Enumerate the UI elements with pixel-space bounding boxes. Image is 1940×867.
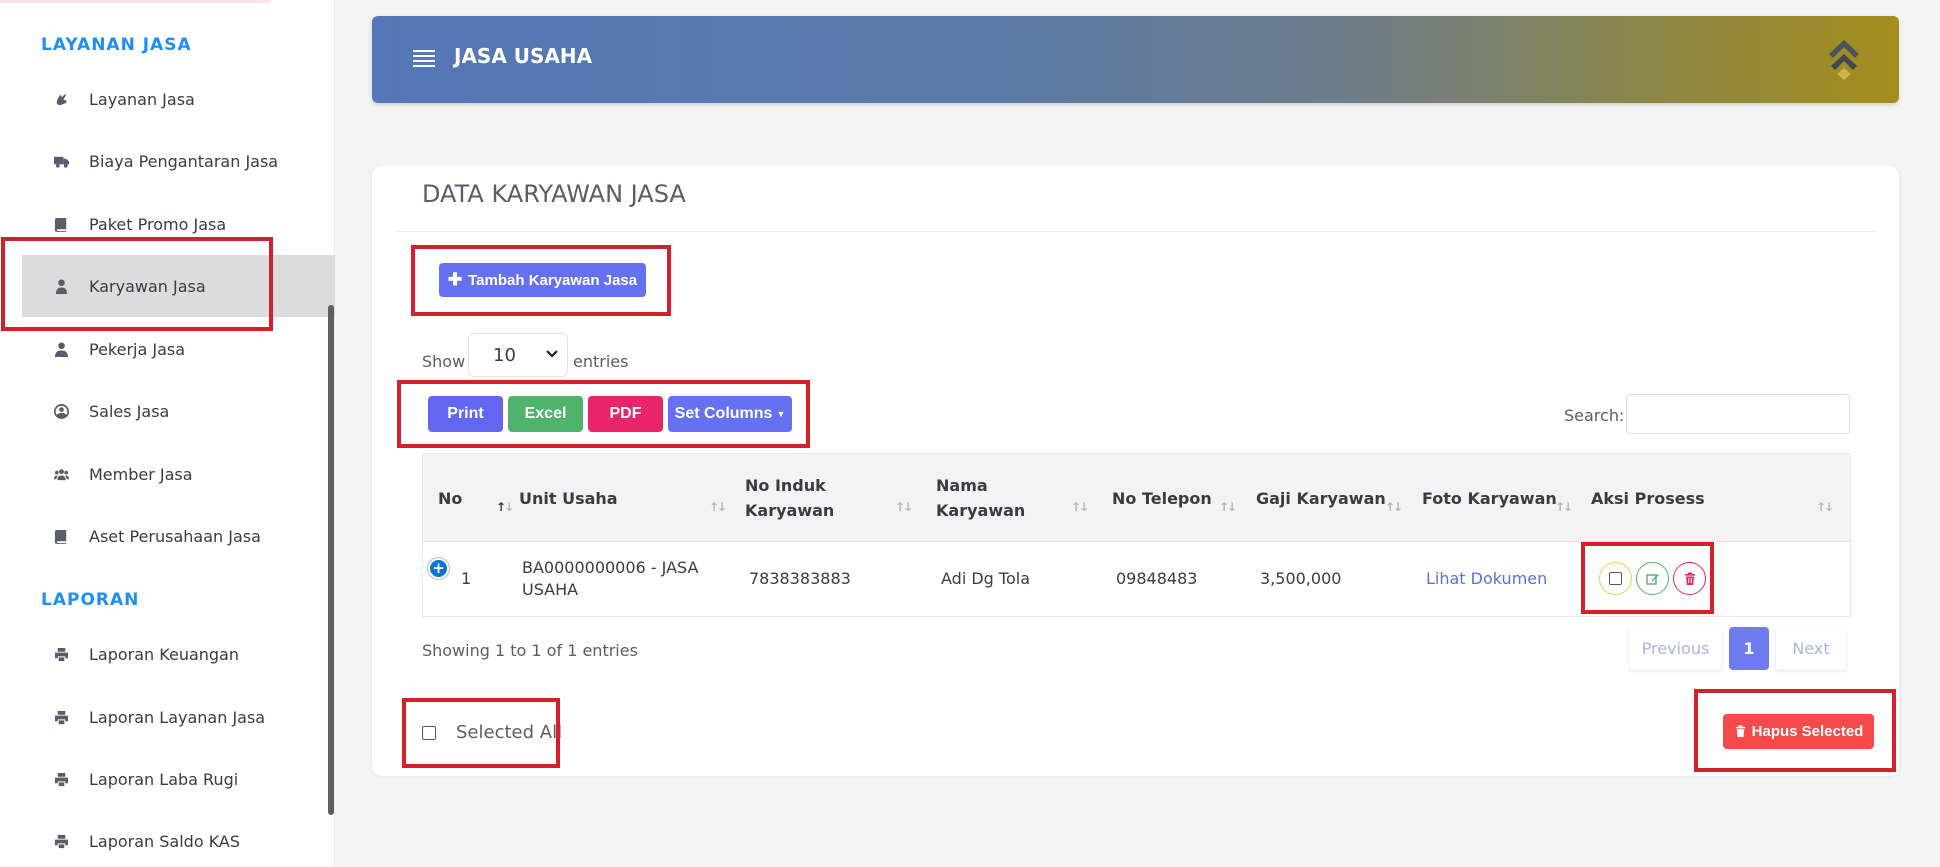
chevron-down-icon (546, 350, 558, 358)
col-header-telepon[interactable]: No Telepon ↑↓ (1112, 454, 1257, 542)
menu-icon[interactable] (413, 50, 435, 68)
sidebar-item-biaya-pengantaran[interactable]: Biaya Pengantaran Jasa (22, 130, 335, 192)
entries-value: 10 (493, 344, 516, 366)
print-icon (53, 709, 69, 725)
sidebar-item-label: Member Jasa (89, 464, 193, 484)
cell-telepon: 09848483 (1116, 569, 1198, 588)
sidebar-item-aset-perusahaan[interactable]: Aset Perusahaan Jasa (22, 505, 335, 567)
col-header-aksi[interactable]: Aksi Prosess ↑↓ (1591, 454, 1849, 542)
highlight-box-hapus-selected (1694, 689, 1896, 772)
sidebar-item-label: Sales Jasa (89, 401, 170, 421)
sidebar-item-label: Laporan Laba Rugi (89, 769, 239, 789)
pagination-next[interactable]: Next (1776, 627, 1846, 670)
truck-icon (53, 153, 69, 169)
cell-gaji: 3,500,000 (1260, 569, 1342, 588)
sidebar-item-label: Paket Promo Jasa (89, 214, 227, 234)
col-header-label: No Induk Karyawan (745, 476, 835, 520)
sort-icon: ↑↓ (1219, 500, 1237, 514)
col-header-nama[interactable]: Nama Karyawan ↑↓ (936, 454, 1112, 542)
sidebar-item-member-jasa[interactable]: Member Jasa (22, 443, 335, 505)
print-icon (53, 646, 69, 662)
pagination-previous[interactable]: Previous (1629, 627, 1722, 670)
top-header: JASA USAHA (372, 16, 1899, 103)
sort-icon: ↑↓ (1071, 500, 1089, 514)
sort-icon: ↑↓ (1816, 500, 1834, 514)
users-icon (53, 466, 69, 482)
col-header-label: Aksi Prosess (1591, 488, 1705, 508)
sidebar-item-sales-jasa[interactable]: Sales Jasa (22, 380, 335, 442)
search-input[interactable] (1626, 394, 1850, 434)
col-header-label: Nama Karyawan (936, 476, 1026, 520)
col-header-label: No (438, 488, 463, 508)
sidebar-item-laporan-layanan[interactable]: Laporan Layanan Jasa (22, 686, 335, 748)
sidebar: LAYANAN JASA Layanan Jasa Biaya Penganta… (0, 0, 335, 867)
page-title: DATA KARYAWAN JASA (422, 180, 686, 208)
cell-nama: Adi Dg Tola (941, 569, 1031, 588)
col-header-label: Unit Usaha (519, 488, 618, 508)
col-header-no-induk[interactable]: No Induk Karyawan ↑↓ (745, 454, 935, 542)
search-label: Search: (1564, 406, 1625, 425)
sort-icon: ↑↓ (895, 500, 913, 514)
pagination-page-1[interactable]: 1 (1729, 627, 1769, 670)
sidebar-item-label: Laporan Saldo KAS (89, 831, 241, 851)
expand-row-icon[interactable]: + (428, 558, 449, 579)
col-header-label: No Telepon (1112, 488, 1212, 508)
sidebar-item-label: Laporan Keuangan (89, 644, 239, 664)
entries-label: entries (573, 352, 629, 371)
sidebar-top-line (0, 0, 270, 3)
sidebar-item-layanan-jasa[interactable]: Layanan Jasa (22, 68, 335, 130)
sidebar-item-label: Laporan Layanan Jasa (89, 707, 266, 727)
hand-icon (53, 91, 69, 107)
sidebar-item-laporan-laba-rugi[interactable]: Laporan Laba Rugi (22, 748, 335, 810)
card-divider (394, 231, 1878, 232)
sort-asc-icon: ↑↓ (496, 500, 514, 514)
company-logo-icon (1829, 40, 1859, 80)
print-icon (53, 771, 69, 787)
sidebar-item-label: Pekerja Jasa (89, 339, 186, 359)
sidebar-item-label: Aset Perusahaan Jasa (89, 526, 261, 546)
highlight-box-selected-all (402, 698, 560, 768)
show-label: Show (422, 352, 466, 371)
user-circle-icon (53, 403, 69, 419)
highlight-box-export-buttons (397, 380, 810, 448)
sort-icon: ↑↓ (1385, 500, 1403, 514)
user-icon (53, 341, 69, 357)
sidebar-scrollbar[interactable] (328, 305, 334, 815)
showing-entries-info: Showing 1 to 1 of 1 entries (422, 641, 638, 660)
print-icon (53, 833, 69, 849)
cell-no: 1 (461, 569, 472, 588)
sidebar-item-laporan-saldo-kas[interactable]: Laporan Saldo KAS (22, 810, 335, 867)
sidebar-item-label: Biaya Pengantaran Jasa (89, 151, 279, 171)
entries-select[interactable]: 10 (468, 333, 568, 377)
sort-icon: ↑↓ (1555, 500, 1573, 514)
cell-unit-usaha: BA0000000006 - JASA USAHA (522, 558, 699, 599)
col-header-label: Foto Karyawan (1422, 488, 1557, 508)
sort-icon: ↑↓ (709, 500, 727, 514)
highlight-box-add-button (411, 245, 671, 316)
sidebar-heading-layanan: LAYANAN JASA (41, 35, 192, 55)
col-header-gaji[interactable]: Gaji Karyawan ↑↓ (1256, 454, 1421, 542)
cell-no-induk: 7838383883 (749, 569, 851, 588)
book-icon (53, 528, 69, 544)
col-header-unit-usaha[interactable]: Unit Usaha ↑↓ (519, 454, 744, 542)
highlight-box-action-buttons (1581, 542, 1714, 614)
book-icon (53, 216, 69, 232)
col-header-no[interactable]: No ↑↓ (438, 454, 514, 542)
header-title: JASA USAHA (454, 44, 593, 68)
sidebar-heading-laporan: LAPORAN (41, 590, 140, 610)
highlight-box-sidebar-karyawan (1, 237, 273, 331)
lihat-dokumen-link[interactable]: Lihat Dokumen (1426, 542, 1547, 616)
table-header: No ↑↓ Unit Usaha ↑↓ No Induk Karyawan ↑↓… (423, 454, 1850, 542)
sidebar-item-label: Layanan Jasa (89, 89, 195, 109)
sidebar-item-laporan-keuangan[interactable]: Laporan Keuangan (22, 623, 335, 685)
col-header-foto[interactable]: Foto Karyawan ↑↓ (1422, 454, 1592, 542)
col-header-label: Gaji Karyawan (1256, 488, 1386, 508)
